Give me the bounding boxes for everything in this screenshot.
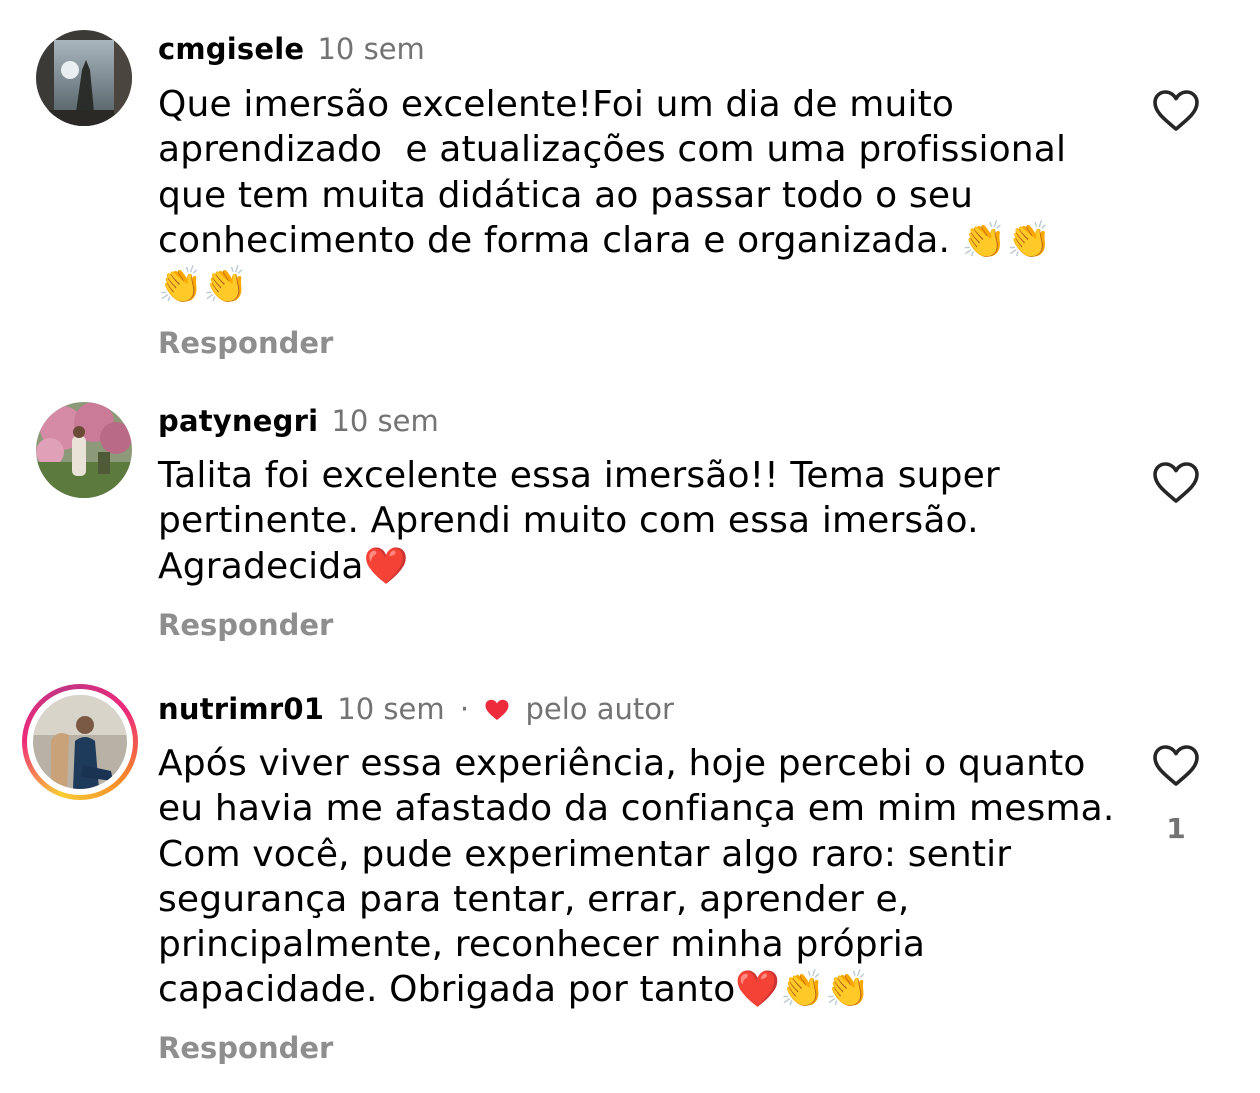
- comment-meta: patynegri 10 sem: [158, 403, 439, 439]
- heart-outline-icon[interactable]: [1152, 744, 1200, 788]
- heart-outline-icon[interactable]: [1152, 89, 1200, 133]
- avatar-photo: [33, 695, 127, 789]
- avatar-photo: [36, 402, 132, 498]
- avatar: [33, 695, 127, 789]
- like-count: 1: [1166, 812, 1186, 845]
- separator-dot: ·: [459, 692, 470, 726]
- username[interactable]: patynegri: [158, 404, 318, 438]
- heart-outline-icon[interactable]: [1152, 461, 1200, 505]
- liked-by-author-label: pelo autor: [525, 692, 674, 726]
- comment-text: Talita foi excelente essa imersão!! Tema…: [158, 455, 1000, 587]
- reply-button[interactable]: Responder: [158, 326, 333, 360]
- avatar[interactable]: [36, 30, 132, 126]
- timestamp: 10 sem: [317, 32, 425, 66]
- timestamp: 10 sem: [337, 692, 445, 726]
- comment-text: Que imersão excelente!Foi um dia de muit…: [158, 84, 1067, 307]
- comment-meta: nutrimr01 10 sem · pelo autor: [158, 691, 674, 727]
- avatar-photo: [36, 30, 132, 126]
- comment-text: Após viver essa experiência, hoje perceb…: [158, 743, 1115, 1011]
- timestamp: 10 sem: [331, 404, 439, 438]
- avatar[interactable]: [36, 402, 132, 498]
- avatar-story-ring[interactable]: [22, 684, 138, 800]
- heart-filled-icon: [484, 694, 510, 720]
- username[interactable]: nutrimr01: [158, 692, 324, 726]
- username[interactable]: cmgisele: [158, 32, 304, 66]
- reply-button[interactable]: Responder: [158, 608, 333, 642]
- comment-meta: cmgisele 10 sem: [158, 31, 425, 67]
- reply-button[interactable]: Responder: [158, 1031, 333, 1065]
